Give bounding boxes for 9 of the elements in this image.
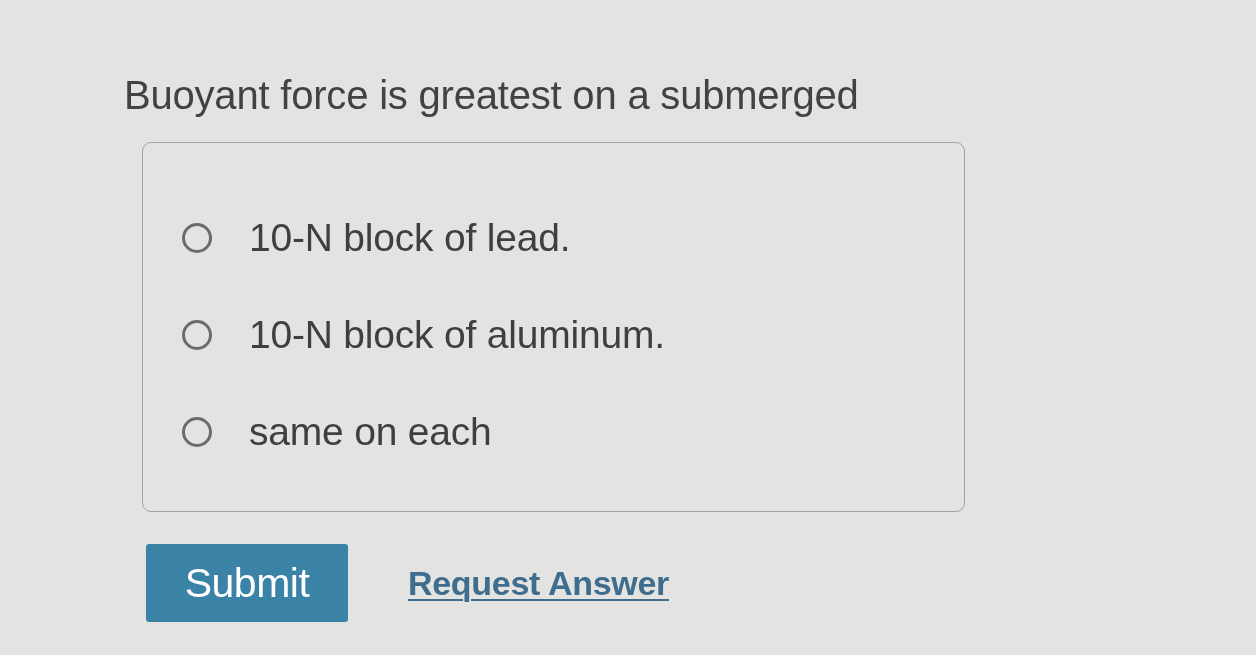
request-answer-link[interactable]: Request Answer [408,563,669,603]
radio-button[interactable] [182,416,212,447]
option-label[interactable]: 10-N block of aluminum. [249,311,665,358]
radio-button[interactable] [182,319,212,350]
option-label[interactable]: same on each [249,408,492,455]
radio-button[interactable] [182,222,212,253]
question-text: Buoyant force is greatest on a submerged [124,72,859,118]
option-label[interactable]: 10-N block of lead. [249,214,571,261]
submit-button[interactable]: Submit [146,544,348,622]
